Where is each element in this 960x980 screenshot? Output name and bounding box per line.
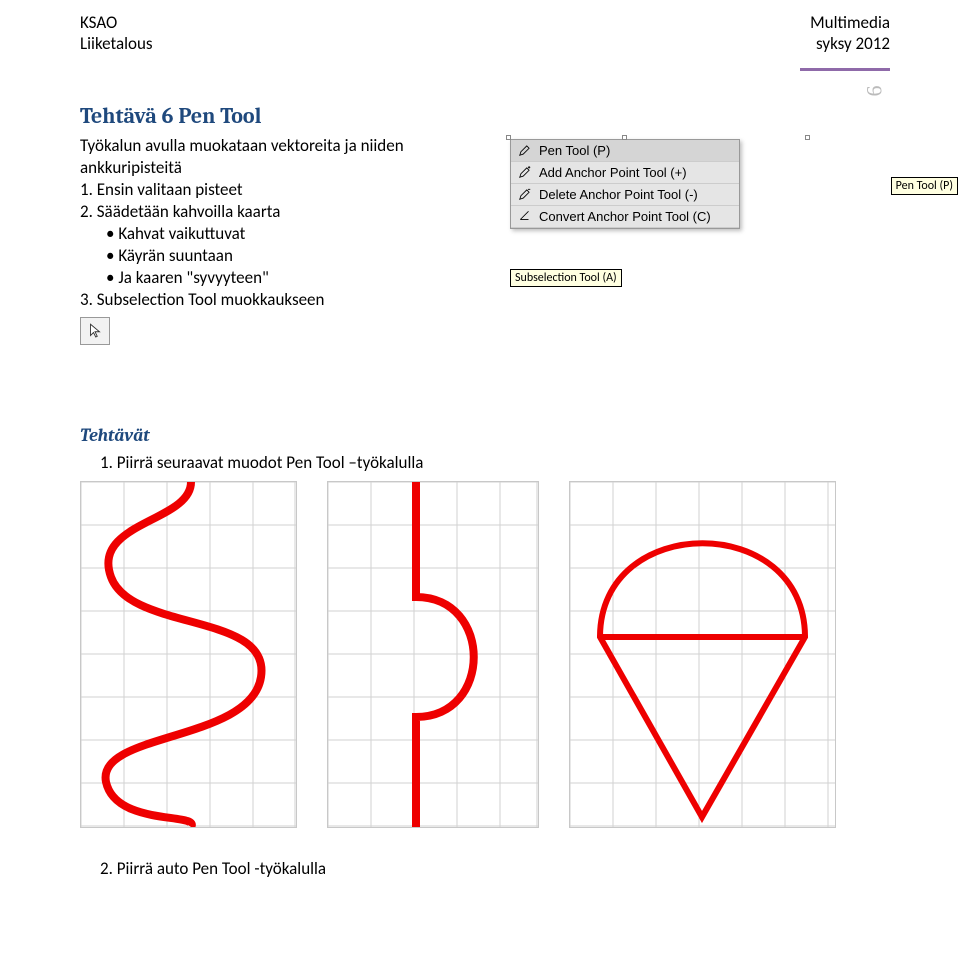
step-3: 3. Subselection Tool muokkaukseen bbox=[80, 289, 470, 311]
page-title: Tehtävä 6 Pen Tool bbox=[80, 103, 890, 129]
pen-minus-icon bbox=[517, 187, 533, 201]
course-name: Multimedia bbox=[810, 12, 890, 33]
right-column: Pen Tool (P) Add Anchor Point Tool (+) D… bbox=[510, 135, 890, 346]
handle-dot bbox=[622, 135, 627, 140]
pen-tool-menu: Pen Tool (P) Add Anchor Point Tool (+) D… bbox=[510, 139, 740, 229]
menu-item-delete-anchor[interactable]: Delete Anchor Point Tool (-) bbox=[511, 184, 739, 206]
menu-item-pen-tool[interactable]: Pen Tool (P) bbox=[511, 140, 739, 162]
intro-text: Työkalun avulla muokataan vektoreita ja … bbox=[80, 135, 470, 179]
pen-tool-tooltip: Pen Tool (P) bbox=[891, 177, 958, 195]
menu-item-label: Delete Anchor Point Tool (-) bbox=[539, 187, 698, 202]
pen-nib-icon bbox=[517, 143, 533, 157]
menu-item-label: Pen Tool (P) bbox=[539, 143, 610, 158]
task-1: 1. Piirrä seuraavat muodot Pen Tool –työ… bbox=[80, 452, 890, 473]
tasks-heading: Tehtävät bbox=[80, 425, 890, 446]
step-1: 1. Ensin valitaan pisteet bbox=[80, 179, 470, 201]
page-header: KSAO Liiketalous Multimedia syksy 2012 bbox=[80, 12, 890, 55]
menu-item-add-anchor[interactable]: Add Anchor Point Tool (+) bbox=[511, 162, 739, 184]
shape-3 bbox=[569, 481, 836, 828]
term: syksy 2012 bbox=[810, 33, 890, 54]
left-column: Työkalun avulla muokataan vektoreita ja … bbox=[80, 135, 470, 346]
shape-1 bbox=[80, 481, 297, 828]
page-number: 6 bbox=[862, 86, 888, 97]
org-name: KSAO bbox=[80, 12, 153, 33]
accent-rule bbox=[800, 68, 890, 71]
shape-2 bbox=[327, 481, 539, 828]
header-right: Multimedia syksy 2012 bbox=[810, 12, 890, 55]
bullet-3: Ja kaaren "syvyyteen" bbox=[80, 267, 470, 289]
pen-tool-menu-wrap: Pen Tool (P) Add Anchor Point Tool (+) D… bbox=[510, 139, 890, 229]
subselection-tool-icon[interactable] bbox=[80, 317, 110, 345]
menu-item-convert-anchor[interactable]: Convert Anchor Point Tool (C) bbox=[511, 206, 739, 228]
task-2: 2. Piirrä auto Pen Tool -työkalulla bbox=[80, 858, 890, 879]
angle-icon bbox=[517, 209, 533, 223]
dept-name: Liiketalous bbox=[80, 33, 153, 54]
shapes-row bbox=[80, 481, 890, 828]
handle-dot bbox=[506, 135, 511, 140]
menu-item-label: Add Anchor Point Tool (+) bbox=[539, 165, 687, 180]
arrow-cursor-icon bbox=[86, 322, 104, 340]
handle-dot bbox=[805, 135, 810, 140]
pen-plus-icon bbox=[517, 165, 533, 179]
header-left: KSAO Liiketalous bbox=[80, 12, 153, 55]
bullet-1: Kahvat vaikuttuvat bbox=[80, 223, 470, 245]
subselection-tooltip: Subselection Tool (A) bbox=[510, 269, 622, 287]
menu-item-label: Convert Anchor Point Tool (C) bbox=[539, 209, 711, 224]
bullet-2: Käyrän suuntaan bbox=[80, 245, 470, 267]
step-2: 2. Säädetään kahvoilla kaarta bbox=[80, 201, 470, 223]
